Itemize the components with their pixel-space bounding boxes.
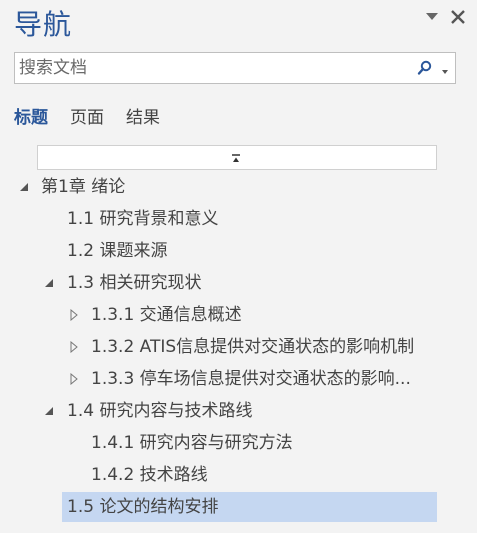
tab-results[interactable]: 结果 [126, 104, 160, 134]
tree-node[interactable]: 1.2 课题来源 [37, 236, 437, 266]
tab-headings[interactable]: 标题 [14, 104, 48, 134]
tab-pages[interactable]: 页面 [70, 104, 104, 134]
tree-node-selected[interactable]: 1.5 论文的结构安排 [62, 492, 437, 522]
tree-node-label: 1.4 研究内容与技术路线 [67, 401, 253, 421]
tree-node-label: 1.3 相关研究现状 [67, 273, 202, 293]
close-icon[interactable] [449, 8, 467, 26]
tree-node[interactable]: 1.4 研究内容与技术路线 [37, 396, 437, 426]
tree-node-label: 1.4.1 研究内容与研究方法 [91, 433, 293, 453]
tree-node[interactable]: 1.4.1 研究内容与研究方法 [62, 428, 437, 458]
task-pane-options-icon[interactable] [423, 8, 441, 26]
tree-node-label: 1.2 课题来源 [67, 241, 168, 261]
tree-node[interactable]: 第1章 绪论 [14, 172, 437, 202]
tree-node[interactable]: 1.1 研究背景和意义 [37, 204, 437, 234]
chevron-down-icon[interactable] [440, 62, 450, 74]
tree-node[interactable]: 1.3 相关研究现状 [37, 268, 437, 298]
tree-node-label: 1.1 研究背景和意义 [67, 209, 219, 229]
expanded-arrow-icon[interactable] [42, 396, 56, 426]
nav-tabs: 标题 页面 结果 [14, 104, 160, 134]
tree-node-label: 1.5 论文的结构安排 [67, 497, 219, 517]
tree-node[interactable]: 1.3.2 ATIS信息提供对交通状态的影响机制 [62, 332, 437, 362]
scroll-to-top-bar[interactable] [37, 145, 437, 170]
tree-node-label: 1.3.3 停车场信息提供对交通状态的影响... [91, 369, 411, 389]
tree-node[interactable]: 1.4.2 技术路线 [62, 460, 437, 490]
collapsed-arrow-icon[interactable] [67, 300, 81, 330]
tree-node[interactable]: 1.3.3 停车场信息提供对交通状态的影响... [62, 364, 437, 394]
pane-title: 导航 [14, 8, 73, 41]
collapsed-arrow-icon[interactable] [67, 364, 81, 394]
expanded-arrow-icon[interactable] [17, 172, 31, 202]
collapse-up-icon [232, 154, 240, 162]
search-box [14, 52, 456, 84]
collapsed-arrow-icon[interactable] [67, 332, 81, 362]
tree-node[interactable]: 1.3.1 交通信息概述 [62, 300, 437, 330]
pane-controls [423, 8, 467, 26]
tree-node-label: 第1章 绪论 [41, 177, 126, 197]
search-icon[interactable] [417, 60, 433, 76]
expanded-arrow-icon[interactable] [42, 268, 56, 298]
tree-node-label: 1.3.1 交通信息概述 [91, 305, 242, 325]
tree-node-label: 1.3.2 ATIS信息提供对交通状态的影响机制 [91, 337, 415, 357]
search-input[interactable] [15, 53, 413, 83]
tree-node-label: 1.4.2 技术路线 [91, 465, 208, 485]
